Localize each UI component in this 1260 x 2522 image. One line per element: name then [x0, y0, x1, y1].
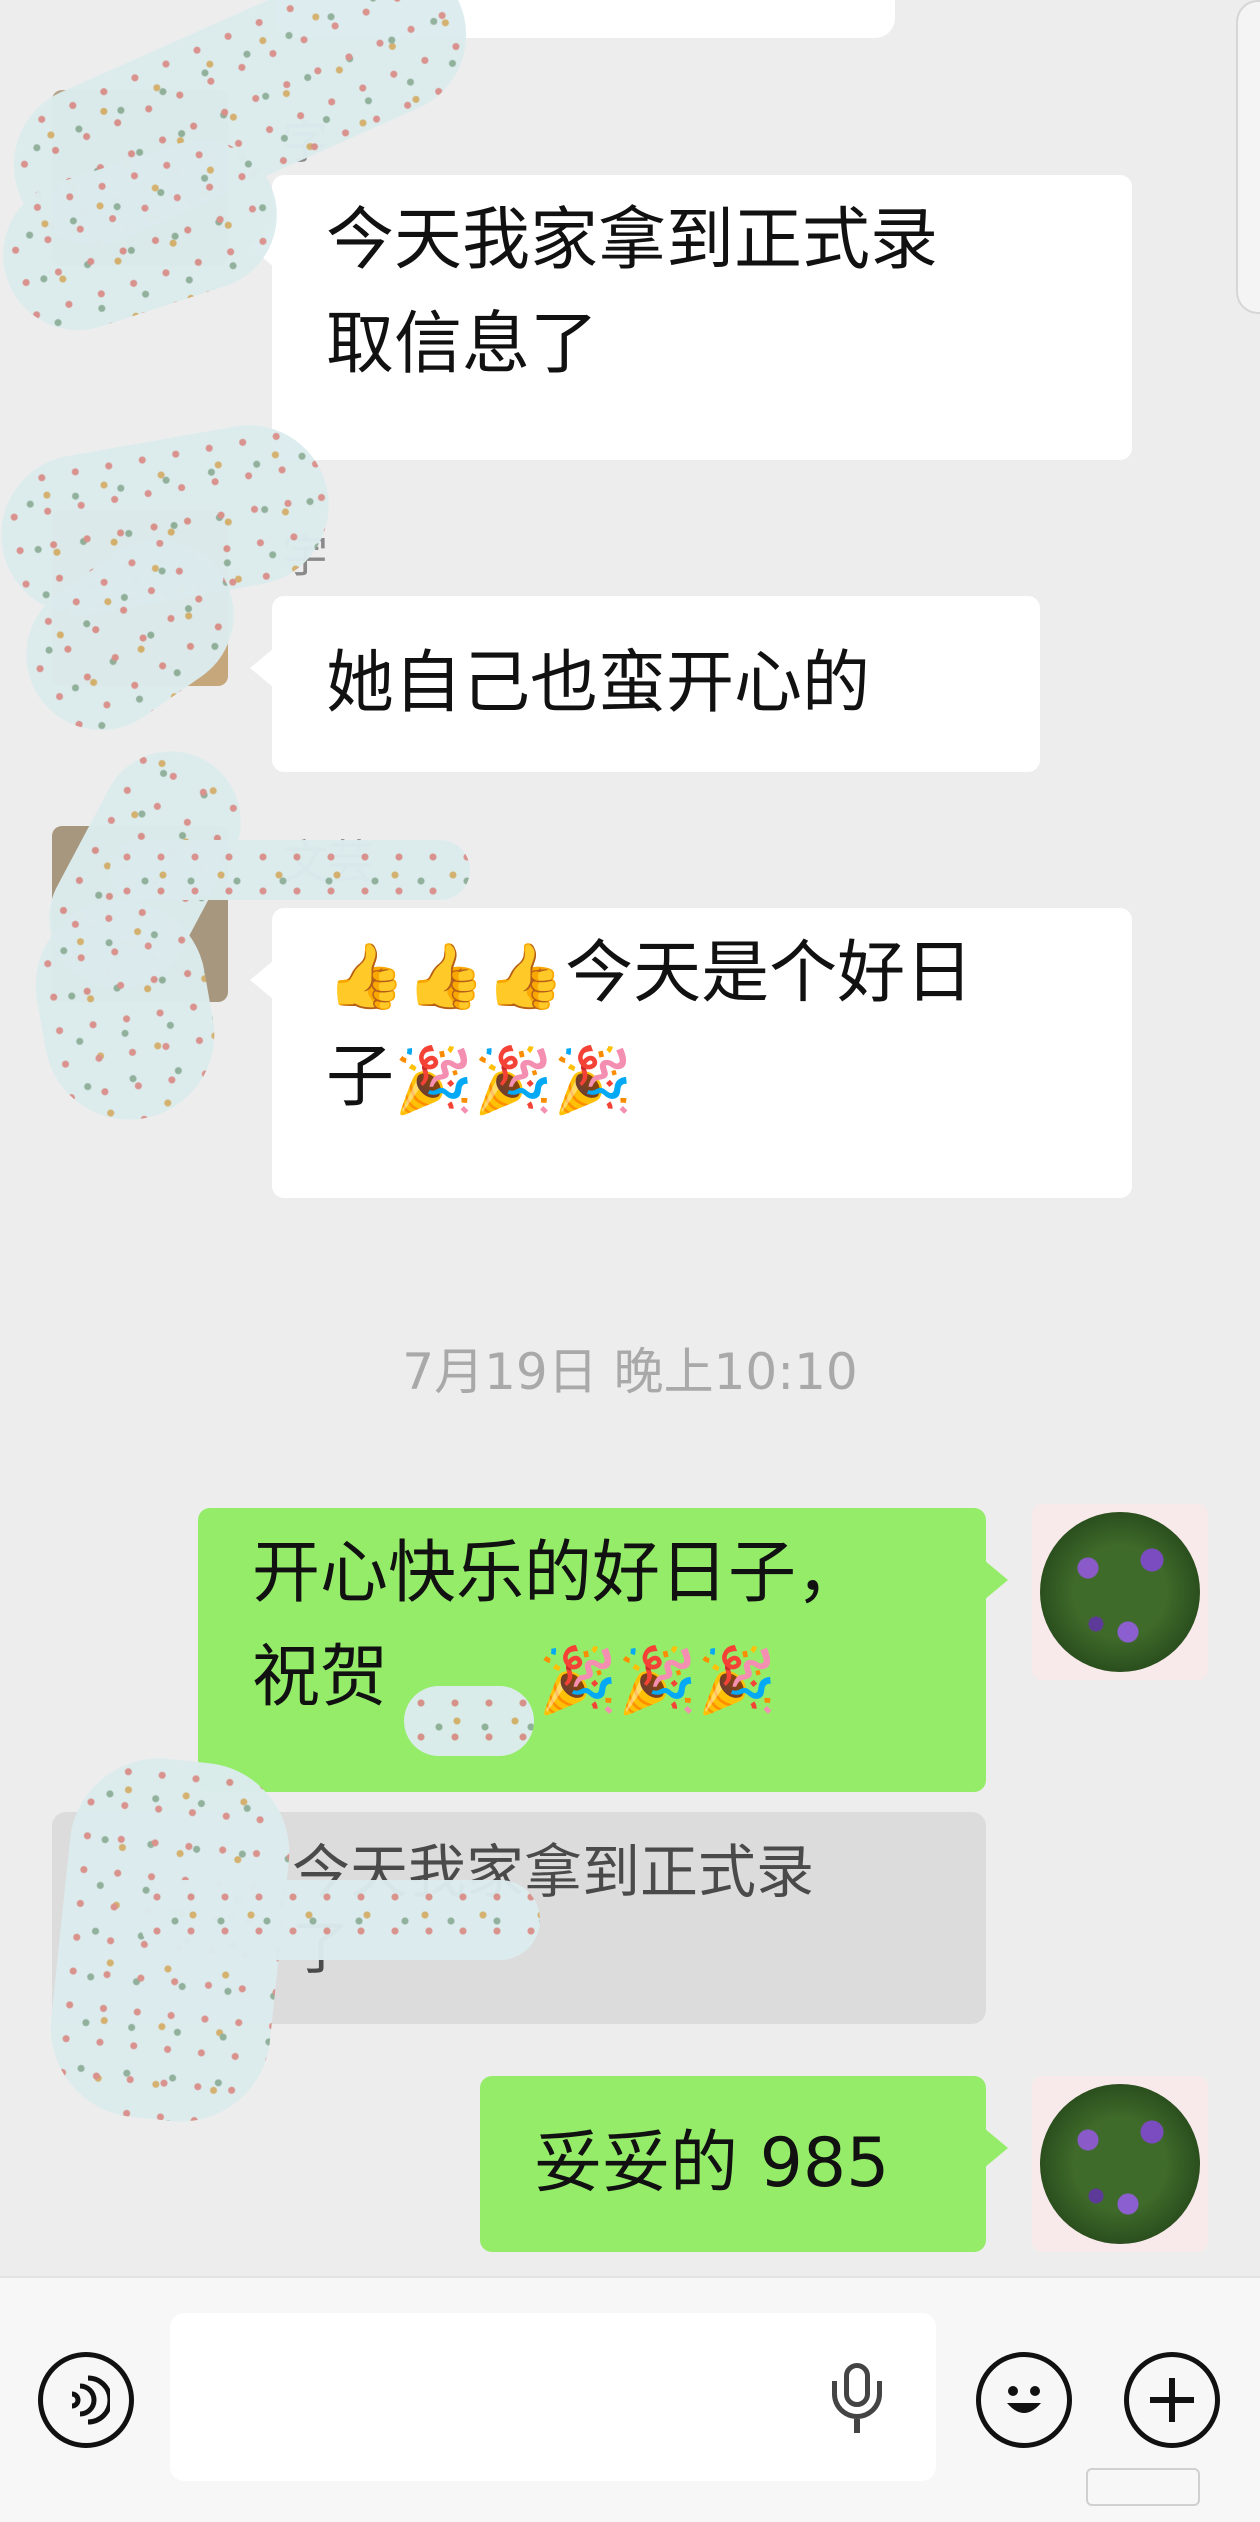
message-text: 取信息了	[326, 305, 599, 384]
plant-image	[1040, 2084, 1200, 2244]
message-line: 👍👍👍今天是个好日	[326, 922, 1078, 1026]
message-line: 子🎉🎉🎉	[326, 1026, 1078, 1130]
voice-button[interactable]	[38, 2352, 134, 2448]
message-text: 开心快乐的好日子，	[252, 1534, 865, 1613]
chat-timestamp: 7月19日 晚上10:10	[402, 1343, 858, 1401]
watermark-icon	[1086, 2468, 1200, 2506]
voice-icon	[71, 2375, 110, 2425]
incoming-message[interactable]: 👍👍👍今天是个好日 子🎉🎉🎉	[250, 908, 1132, 1198]
message-text: 今天是个好日	[565, 934, 974, 1013]
incoming-message[interactable]: 今天我家拿到正式录 取信息了	[250, 175, 1132, 460]
my-avatar[interactable]	[1032, 1504, 1208, 1680]
message-input[interactable]	[170, 2313, 936, 2481]
outgoing-message[interactable]: 妥妥的 985	[480, 2076, 1008, 2252]
emoji-button[interactable]	[976, 2352, 1072, 2448]
message-text: 今天我家拿到正式录	[326, 201, 939, 280]
input-toolbar	[0, 2276, 1260, 2522]
message-text: 妥妥的 985	[534, 2124, 890, 2203]
message-text: 她自己也蛮开心的	[326, 644, 871, 723]
message-line: 祝贺 🎉🎉🎉	[252, 1626, 932, 1730]
thumbs-up-emoji: 👍👍👍	[326, 940, 566, 1015]
privacy-scribble	[140, 1880, 540, 1960]
outgoing-message[interactable]: 开心快乐的好日子， 祝贺 🎉🎉🎉	[198, 1508, 1008, 1792]
plus-icon	[1150, 2378, 1194, 2422]
add-button[interactable]	[1124, 2352, 1220, 2448]
smiley-icon	[1007, 2386, 1041, 2413]
privacy-scribble	[110, 840, 470, 900]
mic-icon[interactable]	[830, 2363, 884, 2433]
my-avatar[interactable]	[1032, 2076, 1208, 2252]
message-text: 祝贺	[252, 1638, 389, 1717]
incoming-message[interactable]: 她自己也蛮开心的	[250, 596, 1040, 772]
party-popper-emoji: 🎉🎉🎉	[538, 1644, 778, 1719]
message-text: 子	[326, 1038, 395, 1117]
plant-image	[1040, 1512, 1200, 1672]
scrollbar[interactable]	[1236, 0, 1260, 314]
party-popper-emoji: 🎉🎉🎉	[394, 1044, 634, 1119]
privacy-scribble	[404, 1686, 534, 1756]
chat-area: 字 今天我家拿到正式录 取信息了 宇 她自己也蛮开心的 文芸 👍👍👍今天是个好日…	[0, 0, 1260, 2276]
